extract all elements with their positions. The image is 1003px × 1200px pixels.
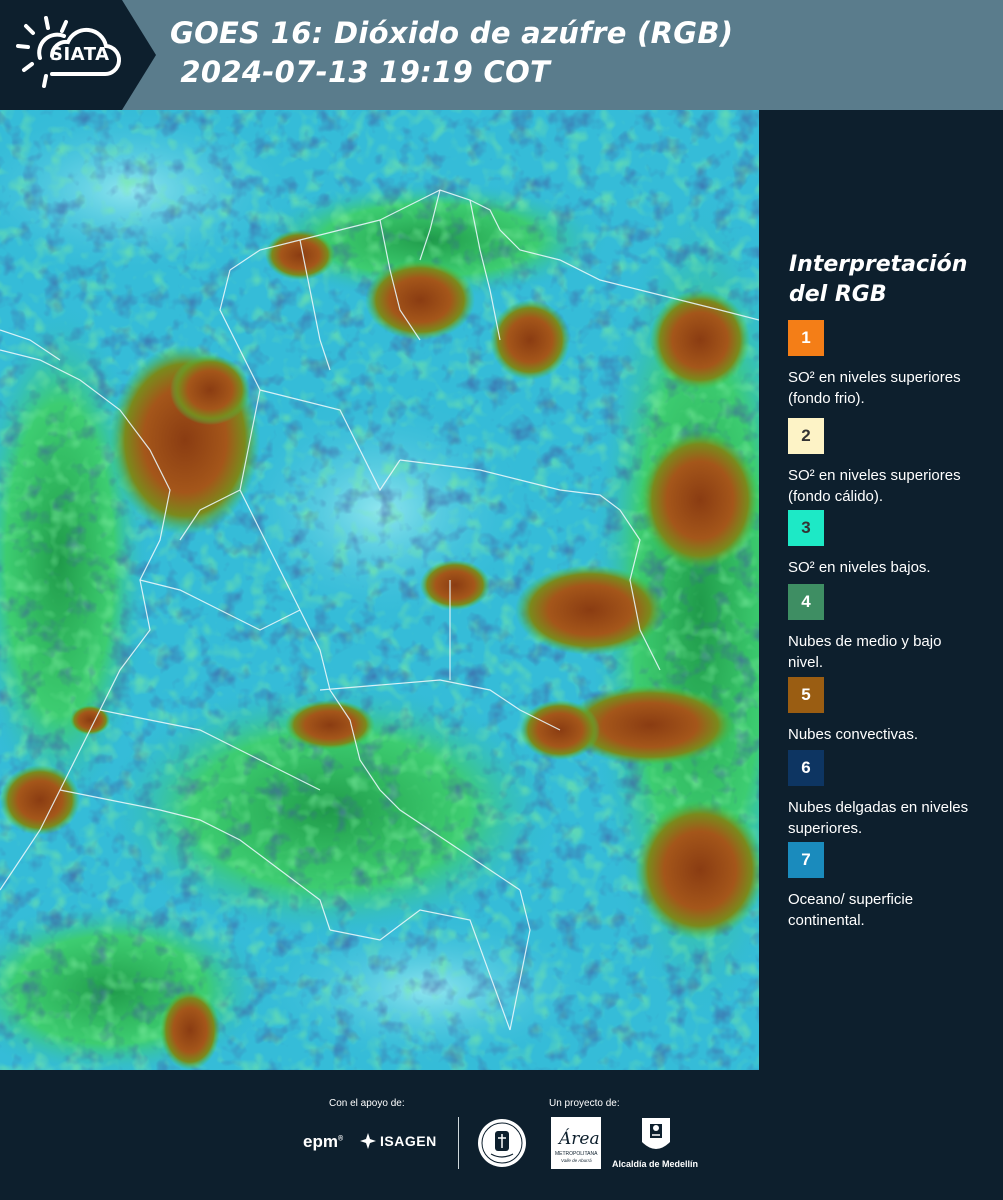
footer: Con el apoyo de: Un proyecto de: epm® IS… xyxy=(0,1070,1003,1200)
legend-swatch-4: 4 xyxy=(788,584,824,620)
siata-logo[interactable]: SIATA xyxy=(0,0,156,110)
legend-swatch-2: 2 xyxy=(788,418,824,454)
legend-swatch-3: 3 xyxy=(788,510,824,546)
page-title: GOES 16: Dióxido de azúfre (RGB) xyxy=(170,16,734,50)
legend-title-line2: del RGB xyxy=(789,282,887,307)
legend-desc-5: Nubes convectivas. xyxy=(788,726,919,743)
area-logo-sub: METROPOLITANA xyxy=(555,1151,598,1157)
area-logo-sub2: Valle de Aburrá xyxy=(561,1158,592,1163)
page-timestamp: 2024-07-13 19:19 COT xyxy=(170,55,551,89)
project-label: Un proyecto de: xyxy=(549,1098,620,1109)
legend-desc-7: Oceano/ superficie continental. xyxy=(788,891,914,929)
legend-item-2: 2 SO² en niveles superiores (fondo cálid… xyxy=(788,418,998,507)
legend-panel: Interpretación del RGB 1 SO² en niveles … xyxy=(759,110,1003,1070)
epm-logo-text: epm xyxy=(303,1132,338,1151)
legend-title: Interpretación del RGB xyxy=(789,250,989,310)
epm-logo[interactable]: epm® xyxy=(303,1132,343,1152)
legend-swatch-5: 5 xyxy=(788,677,824,713)
legend-number-4: 4 xyxy=(801,592,811,611)
legend-item-6: 6 Nubes delgadas en niveles superiores. xyxy=(788,750,998,839)
legend-desc-1: SO² en niveles superiores (fondo frio). xyxy=(788,369,961,407)
alcaldia-shield-icon[interactable] xyxy=(640,1116,672,1156)
footer-divider xyxy=(458,1117,459,1169)
legend-number-2: 2 xyxy=(801,426,811,445)
isagen-logo[interactable]: ISAGEN xyxy=(360,1133,437,1149)
siata-logo-text: SIATA xyxy=(50,44,110,65)
legend-number-6: 6 xyxy=(801,758,811,777)
header-bar: SIATA GOES 16: Dióxido de azúfre (RGB) 2… xyxy=(0,0,1003,110)
medellin-seal-icon[interactable] xyxy=(477,1118,527,1168)
legend-desc-6: Nubes delgadas en niveles superiores. xyxy=(788,799,969,837)
legend-item-3: 3 SO² en niveles bajos. xyxy=(788,510,998,578)
isagen-logo-text: ISAGEN xyxy=(380,1133,437,1149)
support-label: Con el apoyo de: xyxy=(329,1098,405,1109)
legend-number-5: 5 xyxy=(801,685,811,704)
legend-number-3: 3 xyxy=(801,518,811,537)
legend-item-4: 4 Nubes de medio y bajo nivel. xyxy=(788,584,998,673)
legend-swatch-7: 7 xyxy=(788,842,824,878)
legend-item-7: 7 Oceano/ superficie continental. xyxy=(788,842,998,931)
legend-desc-4: Nubes de medio y bajo nivel. xyxy=(788,633,942,671)
legend-swatch-6: 6 xyxy=(788,750,824,786)
area-logo-name: Área xyxy=(557,1128,600,1149)
legend-item-1: 1 SO² en niveles superiores (fondo frio)… xyxy=(788,320,998,409)
legend-item-5: 5 Nubes convectivas. xyxy=(788,677,998,745)
alcaldia-label: Alcaldía de Medellín xyxy=(612,1159,699,1169)
legend-title-line1: Interpretación xyxy=(789,252,968,277)
isagen-icon xyxy=(360,1133,376,1149)
legend-swatch-1: 1 xyxy=(788,320,824,356)
so2-rgb-composite xyxy=(0,110,759,1070)
legend-number-7: 7 xyxy=(801,850,811,869)
satellite-image[interactable] xyxy=(0,110,759,1070)
legend-desc-2: SO² en niveles superiores (fondo cálido)… xyxy=(788,467,961,505)
area-metropolitana-logo[interactable]: Área METROPOLITANA Valle de Aburrá xyxy=(551,1117,601,1169)
legend-number-1: 1 xyxy=(801,328,811,347)
legend-desc-3: SO² en niveles bajos. xyxy=(788,559,931,576)
